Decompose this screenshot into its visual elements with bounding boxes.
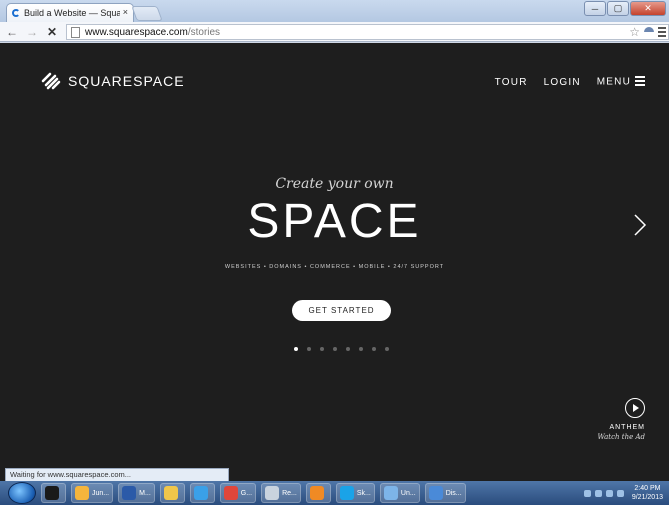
nav-tour[interactable]: TOUR [495, 77, 528, 88]
forward-button[interactable]: → [24, 25, 40, 39]
minimize-button[interactable]: ─ [584, 1, 606, 16]
taskbar-item[interactable] [159, 483, 185, 503]
app-icon [75, 486, 89, 500]
taskbar-item[interactable]: Jun... [71, 483, 114, 503]
top-navigation: TOUR LOGIN MENU [495, 76, 645, 88]
hamburger-icon [635, 76, 645, 88]
tray-network-icon[interactable] [616, 489, 624, 497]
taskbar-item-label: Jun... [92, 489, 110, 497]
taskbar-item-label: Re... [282, 489, 297, 497]
browser-toolbar: ← → ✕ www.squarespace.com /stories ☆ [0, 22, 669, 42]
slide-dot[interactable] [320, 347, 324, 351]
loading-spinner-icon [12, 9, 20, 17]
clock-time: 2:40 PM [634, 485, 661, 492]
new-tab-button[interactable] [131, 6, 163, 21]
hero-services: WEBSITES • DOMAINS • COMMERCE • MOBILE •… [224, 264, 445, 270]
taskbar-item[interactable]: Re... [261, 483, 301, 503]
url-domain: www.squarespace.com [85, 26, 188, 38]
tray-arrow-icon[interactable] [583, 489, 591, 497]
anthem-title: ANTHEM [609, 424, 645, 431]
slide-dot[interactable] [307, 347, 311, 351]
slide-indicators [294, 347, 389, 351]
tab-close-button[interactable]: × [123, 7, 128, 17]
windows-taskbar: Jun... M... G... Re... Sk... Un... Dis... 2:40… [0, 481, 669, 505]
maximize-button[interactable]: ▢ [607, 1, 629, 16]
address-bar[interactable]: www.squarespace.com /stories ☆ [66, 24, 669, 40]
status-bar: Waiting for www.squarespace.com... [5, 468, 229, 481]
back-button[interactable]: ← [4, 25, 20, 39]
get-started-button[interactable]: GET STARTED [292, 300, 391, 321]
chrome-menu-icon[interactable] [658, 27, 666, 39]
taskbar-item-label: Sk... [356, 489, 371, 497]
window-controls: ─ ▢ ✕ [584, 1, 666, 16]
app-icon [45, 486, 59, 500]
taskbar-item-label: Un... [400, 489, 416, 497]
taskbar-item[interactable] [189, 483, 215, 503]
bookmark-star-icon[interactable]: ☆ [629, 25, 640, 39]
squarespace-logo-icon [41, 72, 61, 90]
tray-volume-icon[interactable] [605, 489, 613, 497]
app-icon [383, 486, 398, 500]
hero-headline: SPACE [247, 195, 422, 248]
system-tray: 2:40 PM 9/21/2013 [583, 481, 669, 505]
app-icon [122, 486, 137, 500]
browser-tab[interactable]: Build a Website — Square × [6, 3, 134, 22]
close-window-button[interactable]: ✕ [630, 1, 666, 16]
clock-date: 9/21/2013 [631, 494, 663, 501]
app-icon [309, 486, 324, 500]
taskbar-item-label: G... [240, 489, 253, 497]
hero-tagline: Create your own [275, 176, 394, 192]
taskbar-item[interactable]: G... [219, 483, 257, 503]
page-icon [71, 26, 80, 38]
slide-dot[interactable] [359, 347, 363, 351]
start-button[interactable] [8, 482, 36, 504]
taskbar-item[interactable]: M... [118, 483, 155, 503]
taskbar-clock[interactable]: 2:40 PM 9/21/2013 [632, 484, 663, 502]
slide-dot[interactable] [372, 347, 376, 351]
slide-dot[interactable] [333, 347, 337, 351]
slide-dot[interactable] [294, 347, 298, 351]
app-icon [339, 486, 354, 500]
slide-dot[interactable] [346, 347, 350, 351]
anthem-subtitle: Watch the Ad [597, 433, 645, 441]
app-icon [163, 486, 178, 500]
taskbar-item[interactable]: Un... [379, 483, 420, 503]
app-icon [223, 486, 238, 500]
taskbar-item[interactable]: Dis... [424, 483, 466, 503]
taskbar-item[interactable] [41, 483, 66, 503]
app-icon [193, 486, 208, 500]
taskbar-item-label: M... [139, 489, 151, 497]
nav-login[interactable]: LOGIN [544, 77, 581, 88]
slide-dot[interactable] [385, 347, 389, 351]
logo-text: SQUARESPACE [68, 73, 185, 89]
taskbar-item-label: Dis... [445, 489, 462, 497]
squarespace-page: SQUARESPACE TOUR LOGIN MENU Create your … [0, 43, 669, 481]
taskbar-item[interactable] [305, 483, 331, 503]
app-icon [428, 486, 443, 500]
nav-menu-label: MENU [596, 76, 631, 88]
app-icon [265, 486, 280, 500]
nav-menu[interactable]: MENU [597, 76, 645, 88]
url-path: /stories [187, 26, 221, 38]
anthem-video-link[interactable]: ANTHEM Watch the Ad [595, 398, 645, 441]
user-profile-icon[interactable] [644, 26, 654, 38]
taskbar-item[interactable]: Sk... [335, 483, 375, 503]
tray-flag-icon[interactable] [594, 489, 602, 497]
browser-titlebar: Build a Website — Square × ─ ▢ ✕ [0, 0, 669, 22]
play-icon [625, 398, 645, 418]
stop-button[interactable]: ✕ [44, 25, 60, 39]
tab-title: Build a Website — Square [24, 8, 120, 18]
next-slide-arrow-icon[interactable] [633, 213, 647, 237]
squarespace-logo[interactable]: SQUARESPACE [40, 72, 185, 90]
